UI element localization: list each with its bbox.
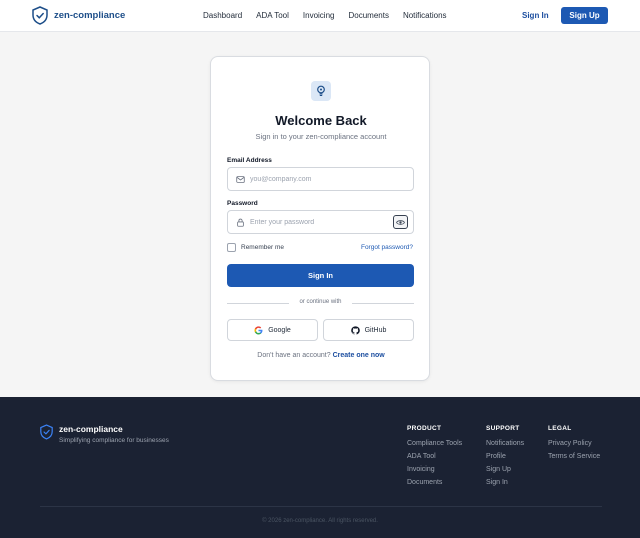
nav-link-documents[interactable]: Documents xyxy=(348,11,388,20)
brand-name: zen-compliance xyxy=(54,10,126,21)
footer-link-compliance-tools[interactable]: Compliance Tools xyxy=(407,440,462,453)
page-title: Welcome Back xyxy=(275,113,367,128)
email-field[interactable] xyxy=(227,167,414,191)
footer-column-legal: LEGAL Privacy Policy Terms of Service xyxy=(548,425,600,466)
toggle-password-visibility-button[interactable] xyxy=(393,215,408,229)
footer-link-sign-up[interactable]: Sign Up xyxy=(486,466,524,479)
github-label: GitHub xyxy=(364,326,387,334)
footer-column-product: PRODUCT Compliance Tools ADA Tool Invoic… xyxy=(407,425,462,492)
eye-icon xyxy=(396,219,405,225)
footer-copyright: © 2026 zen-compliance. All rights reserv… xyxy=(262,518,378,524)
google-label: Google xyxy=(268,326,291,334)
lock-icon xyxy=(235,218,245,227)
nav-links: Dashboard ADA Tool Invoicing Documents N… xyxy=(203,11,447,20)
remember-me[interactable]: Remember me xyxy=(227,243,284,252)
nav-signup-button[interactable]: Sign Up xyxy=(561,7,608,24)
footer-link-terms-of-service[interactable]: Terms of Service xyxy=(548,453,600,466)
brand-logo-link[interactable]: zen-compliance xyxy=(32,6,125,25)
google-signin-button[interactable]: Google xyxy=(227,319,318,341)
footer-column-support: SUPPORT Notifications Profile Sign Up Si… xyxy=(486,425,524,492)
shield-check-icon xyxy=(32,6,48,25)
footer-link-documents[interactable]: Documents xyxy=(407,479,462,492)
footer-brand-name: zen-compliance xyxy=(59,424,123,434)
github-signin-button[interactable]: GitHub xyxy=(323,319,414,341)
divider-text: or continue with xyxy=(299,299,342,305)
footer-column-title: LEGAL xyxy=(548,425,572,432)
password-label: Password xyxy=(227,200,258,207)
nav-link-invoicing[interactable]: Invoicing xyxy=(303,11,335,20)
create-account-link[interactable]: Create one now xyxy=(333,352,385,359)
footer-link-profile[interactable]: Profile xyxy=(486,453,524,466)
nav-signin-link[interactable]: Sign In xyxy=(522,11,549,20)
footer-link-invoicing[interactable]: Invoicing xyxy=(407,466,462,479)
remember-me-checkbox[interactable] xyxy=(227,243,236,252)
footer-link-sign-in[interactable]: Sign In xyxy=(486,479,524,492)
nav-link-ada-tool[interactable]: ADA Tool xyxy=(256,11,289,20)
nav-link-notifications[interactable]: Notifications xyxy=(403,11,447,20)
github-icon xyxy=(350,325,360,334)
signup-prompt: Don't have an account? Create one now xyxy=(211,352,431,359)
login-card: Welcome Back Sign in to your zen-complia… xyxy=(210,56,430,381)
nav-link-dashboard[interactable]: Dashboard xyxy=(203,11,242,20)
page-subtitle: Sign in to your zen-compliance account xyxy=(255,132,387,141)
no-account-text: Don't have an account? xyxy=(257,352,331,359)
footer-link-privacy-policy[interactable]: Privacy Policy xyxy=(548,440,600,453)
password-input[interactable] xyxy=(250,211,390,233)
footer-divider xyxy=(40,506,602,507)
lightbulb-icon xyxy=(311,81,331,101)
sign-in-button[interactable]: Sign In xyxy=(227,264,414,287)
email-input[interactable] xyxy=(250,168,390,190)
remember-me-label: Remember me xyxy=(241,244,284,251)
top-navbar: zen-compliance Dashboard ADA Tool Invoic… xyxy=(0,0,640,32)
email-label: Email Address xyxy=(227,157,272,164)
footer-column-title: PRODUCT xyxy=(407,425,442,432)
mail-icon xyxy=(235,175,245,184)
footer: zen-compliance Simplifying compliance fo… xyxy=(0,397,640,538)
continue-divider: or continue with xyxy=(227,299,414,307)
divider-line-right xyxy=(352,303,414,304)
footer-column-title: SUPPORT xyxy=(486,425,520,432)
shield-check-icon xyxy=(40,424,53,445)
google-icon xyxy=(254,325,263,335)
footer-brand: zen-compliance Simplifying compliance fo… xyxy=(40,424,169,445)
footer-link-notifications[interactable]: Notifications xyxy=(486,440,524,453)
footer-tagline: Simplifying compliance for businesses xyxy=(59,437,169,444)
forgot-password-link[interactable]: Forgot password? xyxy=(361,244,413,251)
footer-link-ada-tool[interactable]: ADA Tool xyxy=(407,453,462,466)
password-field[interactable] xyxy=(227,210,414,234)
